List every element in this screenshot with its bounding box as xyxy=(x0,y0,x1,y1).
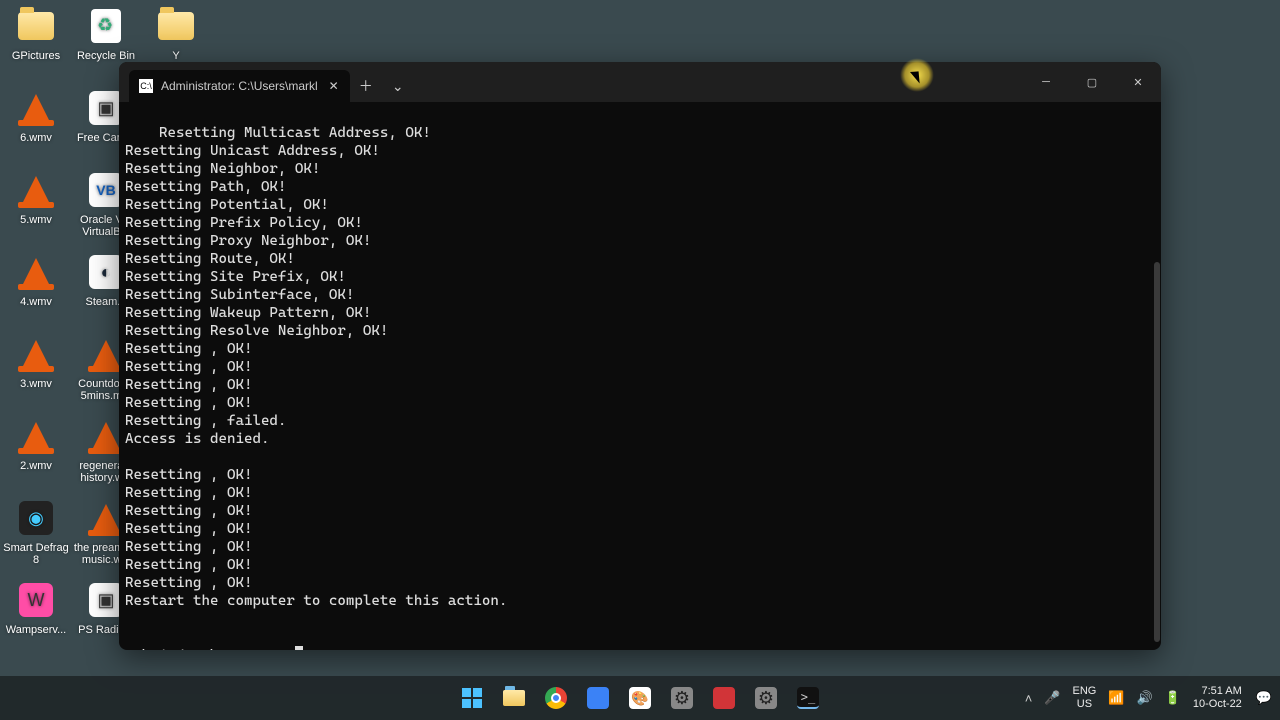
desktop-icon-recycle-bin[interactable]: Recycle Bin xyxy=(72,6,140,62)
microphone-icon[interactable]: 🎤 xyxy=(1044,690,1060,706)
taskbar-file-explorer[interactable] xyxy=(496,680,532,716)
terminal-window: C:\ Administrator: C:\Users\markl ✕ ＋ ⌄ … xyxy=(119,62,1161,650)
system-tray: ˄ 🎤 ENG US 📶 🔊 🔋 7:51 AM 10-Oct-22 💬 xyxy=(1025,685,1272,711)
text-cursor xyxy=(295,646,303,650)
desktop-icon-6-wmv[interactable]: 6.wmv xyxy=(2,88,70,144)
desktop-icon-label: 4.wmv xyxy=(20,296,52,308)
taskbar-paint[interactable] xyxy=(622,680,658,716)
tray-overflow-button[interactable]: ˄ xyxy=(1025,691,1033,706)
tab-dropdown-button[interactable]: ⌄ xyxy=(382,70,414,102)
taskbar-chrome[interactable] xyxy=(538,680,574,716)
folder-icon xyxy=(158,12,194,40)
wifi-icon[interactable]: 📶 xyxy=(1108,690,1124,706)
app-icon: ◉ xyxy=(19,501,53,535)
notifications-button[interactable]: 💬 xyxy=(1256,690,1272,706)
steam-icon: ◐ xyxy=(89,255,123,289)
desktop-icon-label: Recycle Bin xyxy=(77,50,135,62)
desktop-icon-4-wmv[interactable]: 4.wmv xyxy=(2,252,70,308)
prompt: C:\Windows\System32> xyxy=(125,648,295,650)
wamp-icon: W xyxy=(19,583,53,617)
desktop-icon-wampserv-[interactable]: W Wampserv... xyxy=(2,580,70,636)
recycle-bin-icon xyxy=(91,9,121,43)
taskbar-app-gear2[interactable]: ⚙ xyxy=(748,680,784,716)
vlc-icon xyxy=(92,504,120,532)
desktop-icon-gpictures[interactable]: GPictures xyxy=(2,6,70,62)
folder-icon xyxy=(18,12,54,40)
desktop-icon-label: Y xyxy=(172,50,179,62)
vlc-icon xyxy=(22,176,50,204)
terminal-output[interactable]: Resetting Multicast Address, OK! Resetti… xyxy=(119,102,1161,650)
start-button[interactable] xyxy=(454,680,490,716)
virtualbox-icon: VB xyxy=(89,173,123,207)
desktop-icon-label: 5.wmv xyxy=(20,214,52,226)
clock[interactable]: 7:51 AM 10-Oct-22 xyxy=(1193,685,1244,711)
desktop-icon-label: Wampserv... xyxy=(6,624,67,636)
window-controls: ─ ▢ ✕ xyxy=(1023,62,1161,102)
app-icon: ▣ xyxy=(89,583,123,617)
close-button[interactable]: ✕ xyxy=(1115,62,1161,102)
desktop-icon-label: Smart Defrag 8 xyxy=(2,542,70,566)
vlc-icon xyxy=(22,94,50,122)
app-icon: ▣ xyxy=(89,91,123,125)
desktop-icon-label: 3.wmv xyxy=(20,378,52,390)
taskbar-app-blue[interactable] xyxy=(580,680,616,716)
taskbar-terminal[interactable]: >_ xyxy=(790,680,826,716)
vlc-icon xyxy=(92,422,120,450)
new-tab-button[interactable]: ＋ xyxy=(350,70,382,102)
tab-active[interactable]: C:\ Administrator: C:\Users\markl ✕ xyxy=(129,70,350,102)
taskbar-settings[interactable]: ⚙ xyxy=(664,680,700,716)
vlc-icon xyxy=(92,340,120,368)
scrollbar-thumb[interactable] xyxy=(1154,262,1160,642)
window-titlebar[interactable]: C:\ Administrator: C:\Users\markl ✕ ＋ ⌄ … xyxy=(119,62,1161,102)
desktop-icon-label: 6.wmv xyxy=(20,132,52,144)
cmd-icon: C:\ xyxy=(139,79,153,93)
vlc-icon xyxy=(22,340,50,368)
desktop-icon-label: GPictures xyxy=(12,50,60,62)
taskbar: ⚙ ⚙ >_ ˄ 🎤 ENG US 📶 🔊 🔋 7:51 AM 10-Oct-2… xyxy=(0,676,1280,720)
battery-icon[interactable]: 🔋 xyxy=(1165,690,1181,706)
taskbar-center: ⚙ ⚙ >_ xyxy=(454,680,826,716)
desktop-icon-smart-defrag-8[interactable]: ◉ Smart Defrag 8 xyxy=(2,498,70,566)
vlc-icon xyxy=(22,422,50,450)
tab-title: Administrator: C:\Users\markl xyxy=(161,79,318,93)
volume-icon[interactable]: 🔊 xyxy=(1137,690,1153,706)
minimize-button[interactable]: ─ xyxy=(1023,62,1069,102)
desktop-icon-label: 2.wmv xyxy=(20,460,52,472)
desktop-icon-3-wmv[interactable]: 3.wmv xyxy=(2,334,70,390)
desktop-icon-5-wmv[interactable]: 5.wmv xyxy=(2,170,70,226)
desktop-icon-y[interactable]: Y xyxy=(142,6,210,62)
language-indicator[interactable]: ENG US xyxy=(1072,685,1096,711)
taskbar-app-red[interactable] xyxy=(706,680,742,716)
maximize-button[interactable]: ▢ xyxy=(1069,62,1115,102)
desktop-icon-2-wmv[interactable]: 2.wmv xyxy=(2,416,70,472)
tab-close-button[interactable]: ✕ xyxy=(326,78,342,94)
vlc-icon xyxy=(22,258,50,286)
